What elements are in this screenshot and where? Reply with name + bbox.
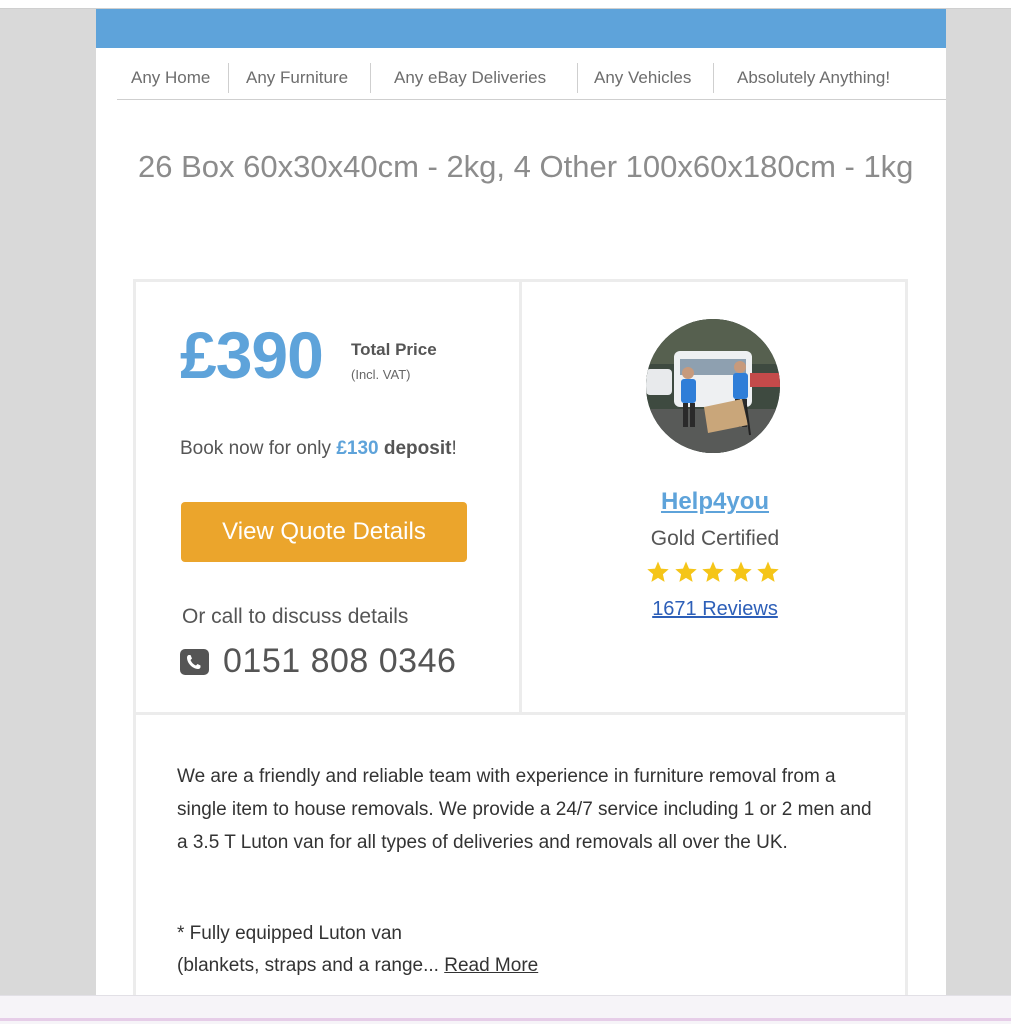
provider-panel: Help4you Gold Certified 1671 Reviews xyxy=(522,282,908,712)
deposit-text: Book now for only £130 deposit! xyxy=(180,438,457,460)
price-panel: £390 Total Price (Incl. VAT) Book now fo… xyxy=(136,282,522,712)
bottom-highlight xyxy=(0,1018,1011,1021)
header-bar xyxy=(96,9,946,48)
category-nav: Any Home Any Furniture Any eBay Deliveri… xyxy=(117,57,946,100)
nav-item-absolutely-anything[interactable]: Absolutely Anything! xyxy=(714,63,914,93)
star-icon xyxy=(729,561,752,582)
star-icon xyxy=(674,561,697,582)
nav-item-any-furniture[interactable]: Any Furniture xyxy=(229,63,371,93)
total-price-label: Total Price xyxy=(351,340,437,359)
phone-row[interactable]: 0151 808 0346 xyxy=(180,642,456,681)
deposit-prefix: Book now for only xyxy=(180,438,337,459)
call-prompt: Or call to discuss details xyxy=(182,605,409,628)
phone-number[interactable]: 0151 808 0346 xyxy=(223,642,456,681)
view-quote-details-button[interactable]: View Quote Details xyxy=(181,502,467,562)
provider-avatar xyxy=(646,319,780,453)
star-icon xyxy=(757,561,779,582)
vat-note: (Incl. VAT) xyxy=(351,367,411,382)
job-title: 26 Box 60x30x40cm - 2kg, 4 Other 100x60x… xyxy=(138,149,914,184)
certification-badge: Gold Certified xyxy=(650,527,780,550)
description-text: We are a friendly and reliable team with… xyxy=(177,766,872,853)
star-icon xyxy=(647,561,669,582)
feature-line-continued: (blankets, straps and a range... Read Mo… xyxy=(177,955,538,977)
read-more-link[interactable]: Read More xyxy=(444,955,538,976)
description-panel: We are a friendly and reliable team with… xyxy=(136,712,908,995)
quote-page: Any Home Any Furniture Any eBay Deliveri… xyxy=(96,9,946,995)
deposit-word: deposit xyxy=(383,438,452,459)
feature-line-text: (blankets, straps and a range... xyxy=(177,955,445,976)
deposit-amount: £130 xyxy=(336,438,379,459)
window-top-edge xyxy=(0,0,1011,9)
provider-name-link[interactable]: Help4you xyxy=(522,488,908,516)
phone-icon xyxy=(180,648,209,675)
total-price: £390 xyxy=(180,318,324,392)
deposit-suffix: ! xyxy=(451,438,457,459)
quote-card: £390 Total Price (Incl. VAT) Book now fo… xyxy=(133,279,908,995)
feature-line: * Fully equipped Luton van xyxy=(177,923,402,944)
star-icon xyxy=(702,561,724,582)
nav-item-any-vehicles[interactable]: Any Vehicles xyxy=(578,63,714,93)
nav-item-any-home[interactable]: Any Home xyxy=(117,63,229,93)
rating-stars xyxy=(646,560,780,586)
reviews-link[interactable]: 1671 Reviews xyxy=(522,598,908,621)
bottom-toolbar-strip xyxy=(0,995,1011,1024)
nav-item-any-ebay-deliveries[interactable]: Any eBay Deliveries xyxy=(371,63,578,93)
